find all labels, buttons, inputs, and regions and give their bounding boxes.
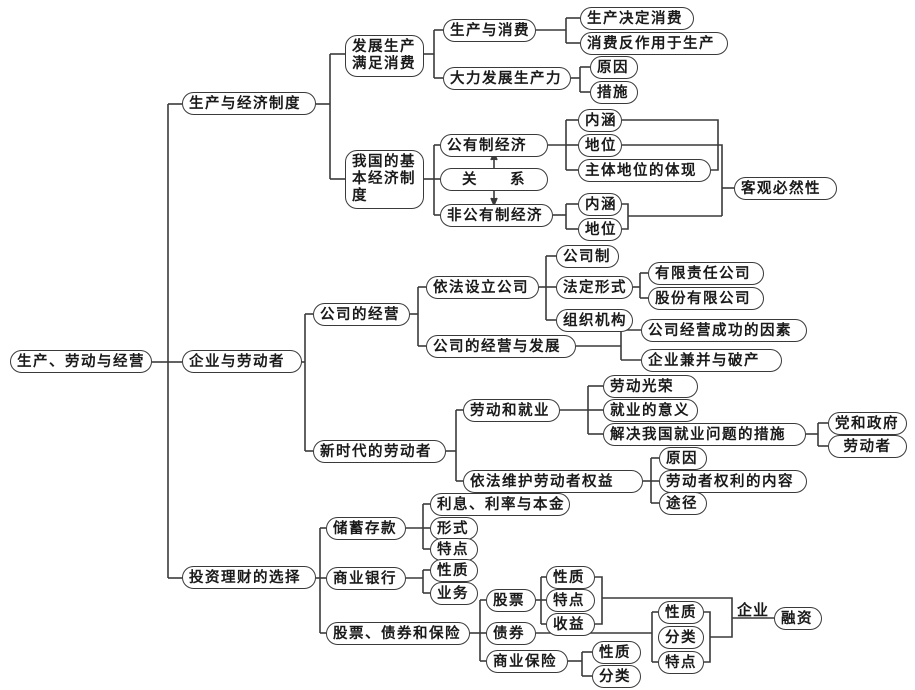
node-main-status: 主体地位的体现	[578, 159, 711, 182]
node-insurance-nature: 性质	[592, 641, 641, 664]
node-interest: 利息、利率与本金	[430, 493, 570, 516]
node-stocks-bonds-insurance: 股票、债券和保险	[326, 622, 470, 645]
node-nonpublic-economy: 非公有制经济	[440, 204, 553, 227]
root-node: 生产、劳动与经营	[10, 350, 152, 373]
node-labor-glory: 劳动光荣	[603, 375, 698, 398]
node-protect-rights: 依法维护劳动者权益	[463, 470, 643, 493]
node-objective-necessity: 客观必然性	[734, 177, 837, 200]
node-public-status: 地位	[578, 134, 622, 157]
node-bank-business: 业务	[430, 582, 478, 605]
page-edge-strip	[915, 0, 920, 690]
node-reason: 原因	[590, 56, 638, 79]
node-insurance-type: 分类	[592, 665, 641, 688]
node-public-economy: 公有制经济	[440, 134, 548, 157]
node-joint-stock: 股份有限公司	[648, 287, 764, 310]
node-insurance: 商业保险	[486, 650, 568, 673]
node-new-era-workers: 新时代的劳动者	[313, 440, 446, 463]
node-public-meaning: 内涵	[578, 109, 622, 132]
node-savings-form: 形式	[430, 517, 478, 540]
node-develop-production: 发展生产满足消费	[345, 35, 424, 77]
node-nonpublic-meaning: 内涵	[578, 193, 622, 216]
node-organization: 组织机构	[556, 309, 633, 332]
node-rights-way: 途径	[659, 492, 707, 515]
node-develop-force: 大力发展生产力	[443, 67, 571, 90]
node-stock: 股票	[486, 589, 536, 612]
node-company-operations: 公司的经营	[313, 303, 410, 326]
node-stock-income: 收益	[546, 613, 595, 636]
node-savings-feature: 特点	[430, 538, 478, 561]
node-investment: 投资理财的选择	[182, 566, 316, 589]
node-workers: 劳动者	[828, 435, 907, 458]
node-nonpublic-status: 地位	[578, 218, 622, 241]
node-consumption-reacts: 消费反作用于生产	[580, 32, 728, 55]
node-savings: 储蓄存款	[326, 517, 406, 540]
node-measures: 措施	[590, 81, 638, 104]
node-bond-feature: 特点	[658, 651, 704, 674]
node-commercial-bank: 商业银行	[326, 567, 406, 590]
node-production-system: 生产与经济制度	[182, 92, 316, 115]
node-bond-nature: 性质	[658, 601, 704, 624]
node-bond: 债券	[486, 622, 536, 645]
node-enterprise-workers: 企业与劳动者	[182, 350, 302, 373]
node-production-consumption: 生产与消费	[443, 19, 536, 42]
node-bank-nature: 性质	[430, 559, 478, 582]
label-enterprise: 企业	[737, 601, 770, 619]
node-llc: 有限责任公司	[648, 262, 764, 285]
node-relation: 关 系	[440, 168, 548, 191]
node-solve-employment: 解决我国就业问题的措施	[603, 423, 806, 446]
node-rights-content: 劳动者权利的内容	[659, 470, 807, 493]
node-employment-meaning: 就业的意义	[603, 399, 698, 422]
node-labor-employment: 劳动和就业	[463, 399, 560, 422]
node-stock-feature: 特点	[546, 589, 595, 612]
node-company-system: 公司制	[556, 245, 619, 268]
node-bond-type: 分类	[658, 626, 704, 649]
node-party-government: 党和政府	[828, 412, 907, 435]
node-stock-nature: 性质	[546, 566, 595, 589]
node-legal-form: 法定形式	[556, 276, 633, 299]
mind-map: 生产、劳动与经营 生产与经济制度 企业与劳动者 投资理财的选择 发展生产满足消费…	[0, 0, 920, 690]
node-success-factors: 公司经营成功的因素	[641, 319, 807, 342]
node-rights-reason: 原因	[659, 447, 707, 470]
node-establish-company: 依法设立公司	[426, 276, 539, 299]
node-financing: 融资	[774, 607, 822, 630]
node-basic-economic-system: 我国的基本经济制度	[345, 150, 424, 209]
node-merger-bankruptcy: 企业兼并与破产	[641, 349, 782, 372]
node-production-decides: 生产决定消费	[580, 7, 694, 30]
node-ops-development: 公司的经营与发展	[426, 335, 576, 358]
